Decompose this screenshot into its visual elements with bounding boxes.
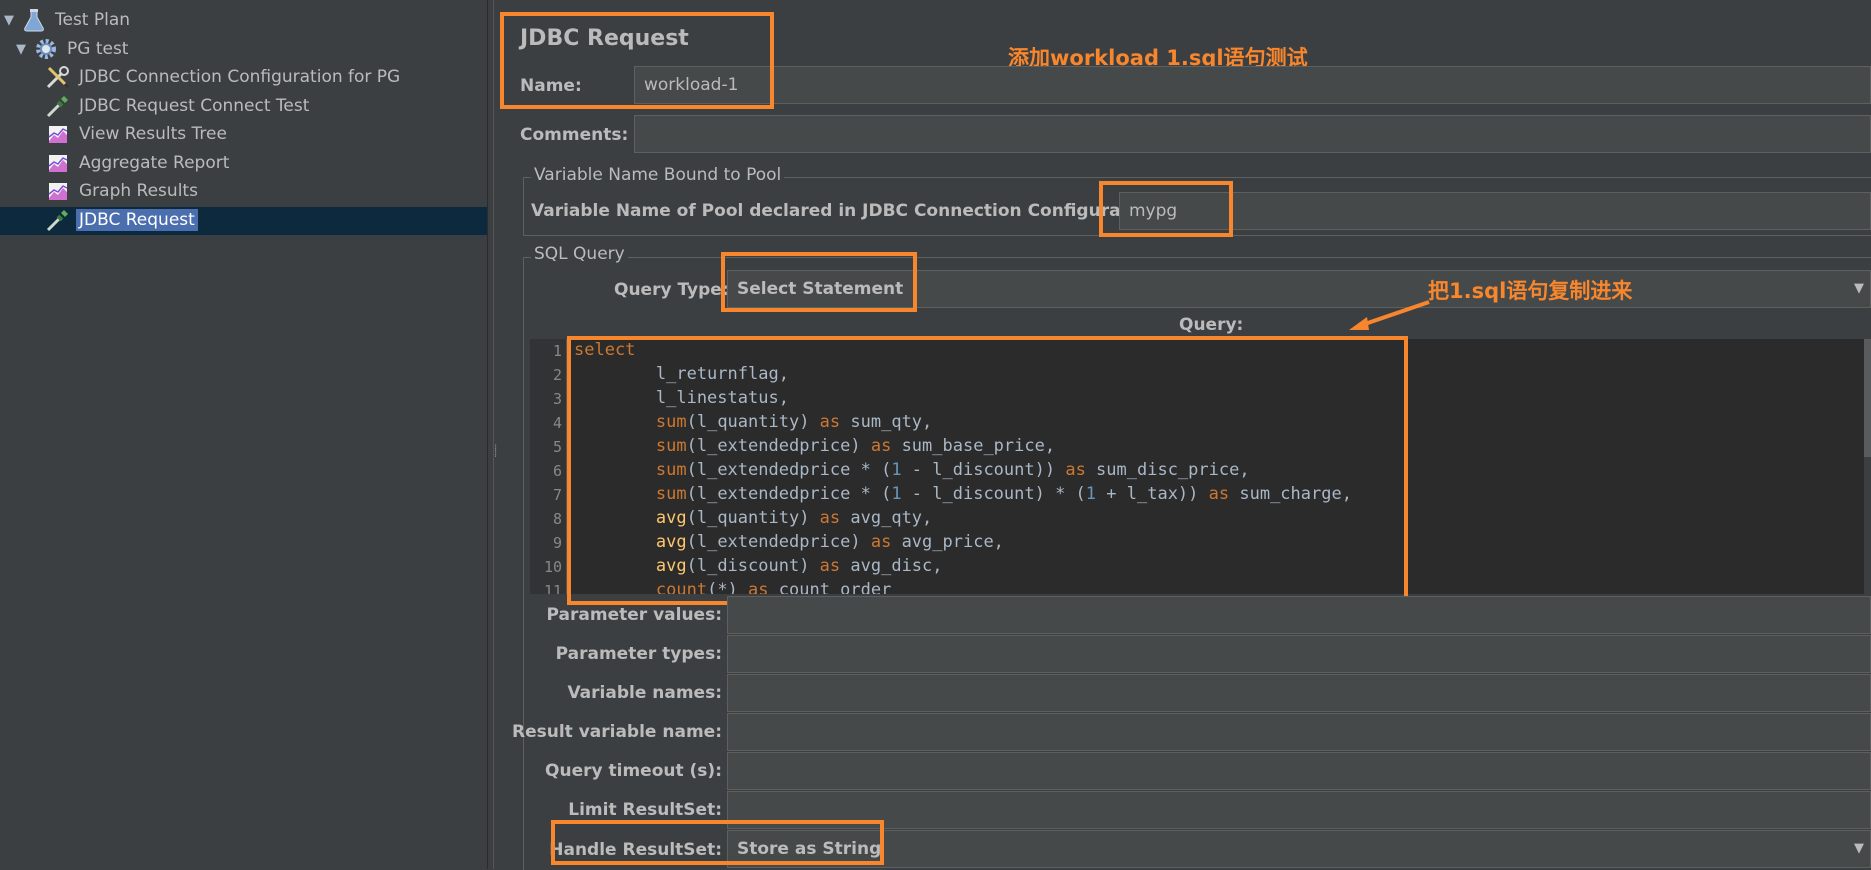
line-number: 10 — [543, 558, 562, 576]
annotation-arrow-icon — [1349, 300, 1430, 330]
chart-icon — [44, 121, 72, 147]
line-number: 3 — [552, 390, 562, 408]
tree-item-label: JDBC Request Connect Test — [79, 96, 310, 116]
handle-resultset-select[interactable]: Store as String ▼ — [727, 830, 1871, 868]
tree-item-test-plan[interactable]: ▼ Test Plan — [2, 8, 133, 32]
query-label: Query: — [1179, 315, 1244, 335]
parameter-types-field[interactable] — [727, 635, 1871, 673]
comments-label: Comments: — [520, 125, 629, 145]
splitter-grip-icon[interactable]: ⁞ ⁞ — [494, 444, 497, 460]
tree-item-label: PG test — [67, 39, 129, 59]
tree-item-jdbc-connection-config[interactable]: JDBC Connection Configuration for PG — [44, 65, 403, 89]
chevron-down-icon[interactable]: ▼ — [1854, 841, 1864, 856]
query-type-label: Query Type: — [614, 280, 729, 300]
chevron-down-icon[interactable]: ▼ — [1854, 281, 1864, 296]
gear-icon — [32, 36, 60, 62]
variable-names-field[interactable] — [727, 674, 1871, 712]
line-number: 11 — [543, 582, 562, 594]
query-timeout-label: Query timeout (s): — [545, 761, 722, 781]
annotation-note-copy-sql: 把1.sql语句复制进来 — [1428, 279, 1633, 303]
tree-item-label: JDBC Request — [76, 209, 198, 231]
line-number: 5 — [552, 438, 562, 456]
variable-names-label: Variable names: — [567, 683, 722, 703]
wrench-screwdriver-icon — [44, 64, 72, 90]
parameter-types-label: Parameter types: — [555, 644, 722, 664]
line-number: 1 — [552, 342, 562, 360]
highlight-box-pool — [1099, 181, 1233, 237]
limit-resultset-label: Limit ResultSet: — [568, 800, 722, 820]
flask-icon — [20, 7, 48, 33]
tree-item-label: View Results Tree — [79, 124, 227, 144]
tree-item-jdbc-request-connect-test[interactable]: JDBC Request Connect Test — [44, 94, 312, 118]
pool-group-title: Variable Name Bound to Pool — [531, 165, 785, 185]
line-number: 7 — [552, 486, 562, 504]
query-timeout-field[interactable] — [727, 752, 1871, 790]
line-number: 8 — [552, 510, 562, 528]
highlight-box-title — [500, 12, 774, 109]
result-variable-name-field[interactable] — [727, 713, 1871, 751]
pipette-icon — [44, 93, 72, 119]
tree-item-jdbc-request[interactable]: JDBC Request — [44, 208, 198, 232]
line-number: 2 — [552, 366, 562, 384]
chart-icon — [44, 178, 72, 204]
tree-item-aggregate-report[interactable]: Aggregate Report — [44, 151, 232, 175]
tree-item-graph-results[interactable]: Graph Results — [44, 179, 201, 203]
line-number-gutter: 1 2 3 4 5 6 7 8 9 10 11 — [530, 339, 567, 594]
expand-arrow-icon[interactable]: ▼ — [2, 13, 16, 28]
highlight-box-query-type — [721, 252, 917, 312]
editor-scrollbar[interactable] — [1864, 339, 1871, 594]
parameter-values-label: Parameter values: — [546, 605, 722, 625]
pool-label: Variable Name of Pool declared in JDBC C… — [531, 201, 1166, 221]
line-number: 9 — [552, 534, 562, 552]
highlight-box-handle — [551, 820, 884, 865]
tree-item-label: Test Plan — [55, 10, 131, 30]
tree-item-pg-test[interactable]: ▼ PG test — [14, 37, 131, 61]
tree-item-label: JDBC Connection Configuration for PG — [79, 67, 401, 87]
tree-item-label: Aggregate Report — [79, 153, 230, 173]
pipette-icon — [44, 207, 72, 233]
line-number: 6 — [552, 462, 562, 480]
tree-item-view-results-tree[interactable]: View Results Tree — [44, 122, 230, 146]
expand-arrow-icon[interactable]: ▼ — [14, 42, 28, 57]
chart-icon — [44, 150, 72, 176]
highlight-box-query — [567, 336, 1408, 605]
sql-group-title: SQL Query — [531, 244, 628, 264]
parameter-values-field[interactable] — [727, 596, 1871, 634]
comments-field[interactable] — [634, 115, 1871, 153]
scrollbar-thumb[interactable] — [1864, 339, 1871, 457]
line-number: 4 — [552, 414, 562, 432]
name-field[interactable]: workload-1 — [634, 66, 1871, 104]
panel-splitter[interactable] — [487, 0, 494, 869]
limit-resultset-field[interactable] — [727, 791, 1871, 829]
tree-item-label: Graph Results — [79, 181, 198, 201]
test-plan-tree[interactable]: ▼ Test Plan ▼ PG test JDBC Connection Co… — [0, 0, 487, 869]
result-variable-name-label: Result variable name: — [511, 722, 722, 742]
